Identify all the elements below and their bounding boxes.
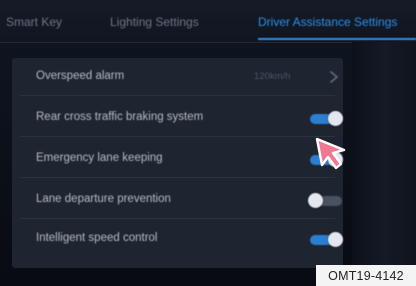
- chevron-right-icon[interactable]: [328, 70, 340, 84]
- rear-cross-traffic-braking-toggle[interactable]: [308, 111, 344, 126]
- setting-row-intelligent-speed-control: Intelligent speed control: [12, 220, 343, 258]
- tab-smart-key[interactable]: Smart Key: [6, 15, 62, 29]
- setting-row-overspeed-alarm[interactable]: Overspeed alarm 120km/h: [12, 58, 343, 96]
- setting-row-rear-cross-traffic-braking: Rear cross traffic braking system: [12, 99, 343, 137]
- active-tab-indicator: [258, 38, 416, 40]
- setting-value: 120km/h: [254, 71, 291, 82]
- tab-lighting-settings[interactable]: Lighting Settings: [110, 15, 199, 29]
- row-divider: [20, 177, 335, 178]
- setting-label: Rear cross traffic braking system: [36, 111, 204, 123]
- row-divider: [20, 95, 335, 96]
- row-divider: [20, 136, 335, 137]
- setting-label: Emergency lane keeping: [36, 152, 163, 164]
- setting-label: Intelligent speed control: [36, 232, 158, 244]
- figure-code-label: OMT19-4142: [316, 265, 416, 286]
- tab-driver-assistance-settings[interactable]: Driver Assistance Settings: [258, 15, 397, 29]
- settings-tab-bar: Smart Key Lighting Settings Driver Assis…: [0, 0, 416, 43]
- settings-panel: Overspeed alarm 120km/h Rear cross traff…: [12, 58, 343, 268]
- intelligent-speed-control-toggle[interactable]: [308, 232, 344, 247]
- lane-departure-prevention-toggle[interactable]: [308, 193, 344, 208]
- setting-label: Lane departure prevention: [36, 193, 171, 205]
- infotainment-screen: Smart Key Lighting Settings Driver Assis…: [0, 0, 416, 286]
- setting-row-emergency-lane-keeping: Emergency lane keeping: [12, 140, 343, 178]
- setting-row-lane-departure-prevention: Lane departure prevention: [12, 181, 343, 219]
- hand-pointer-icon: [315, 137, 346, 170]
- setting-label: Overspeed alarm: [36, 70, 125, 82]
- row-divider: [20, 218, 335, 219]
- side-area: [352, 42, 416, 286]
